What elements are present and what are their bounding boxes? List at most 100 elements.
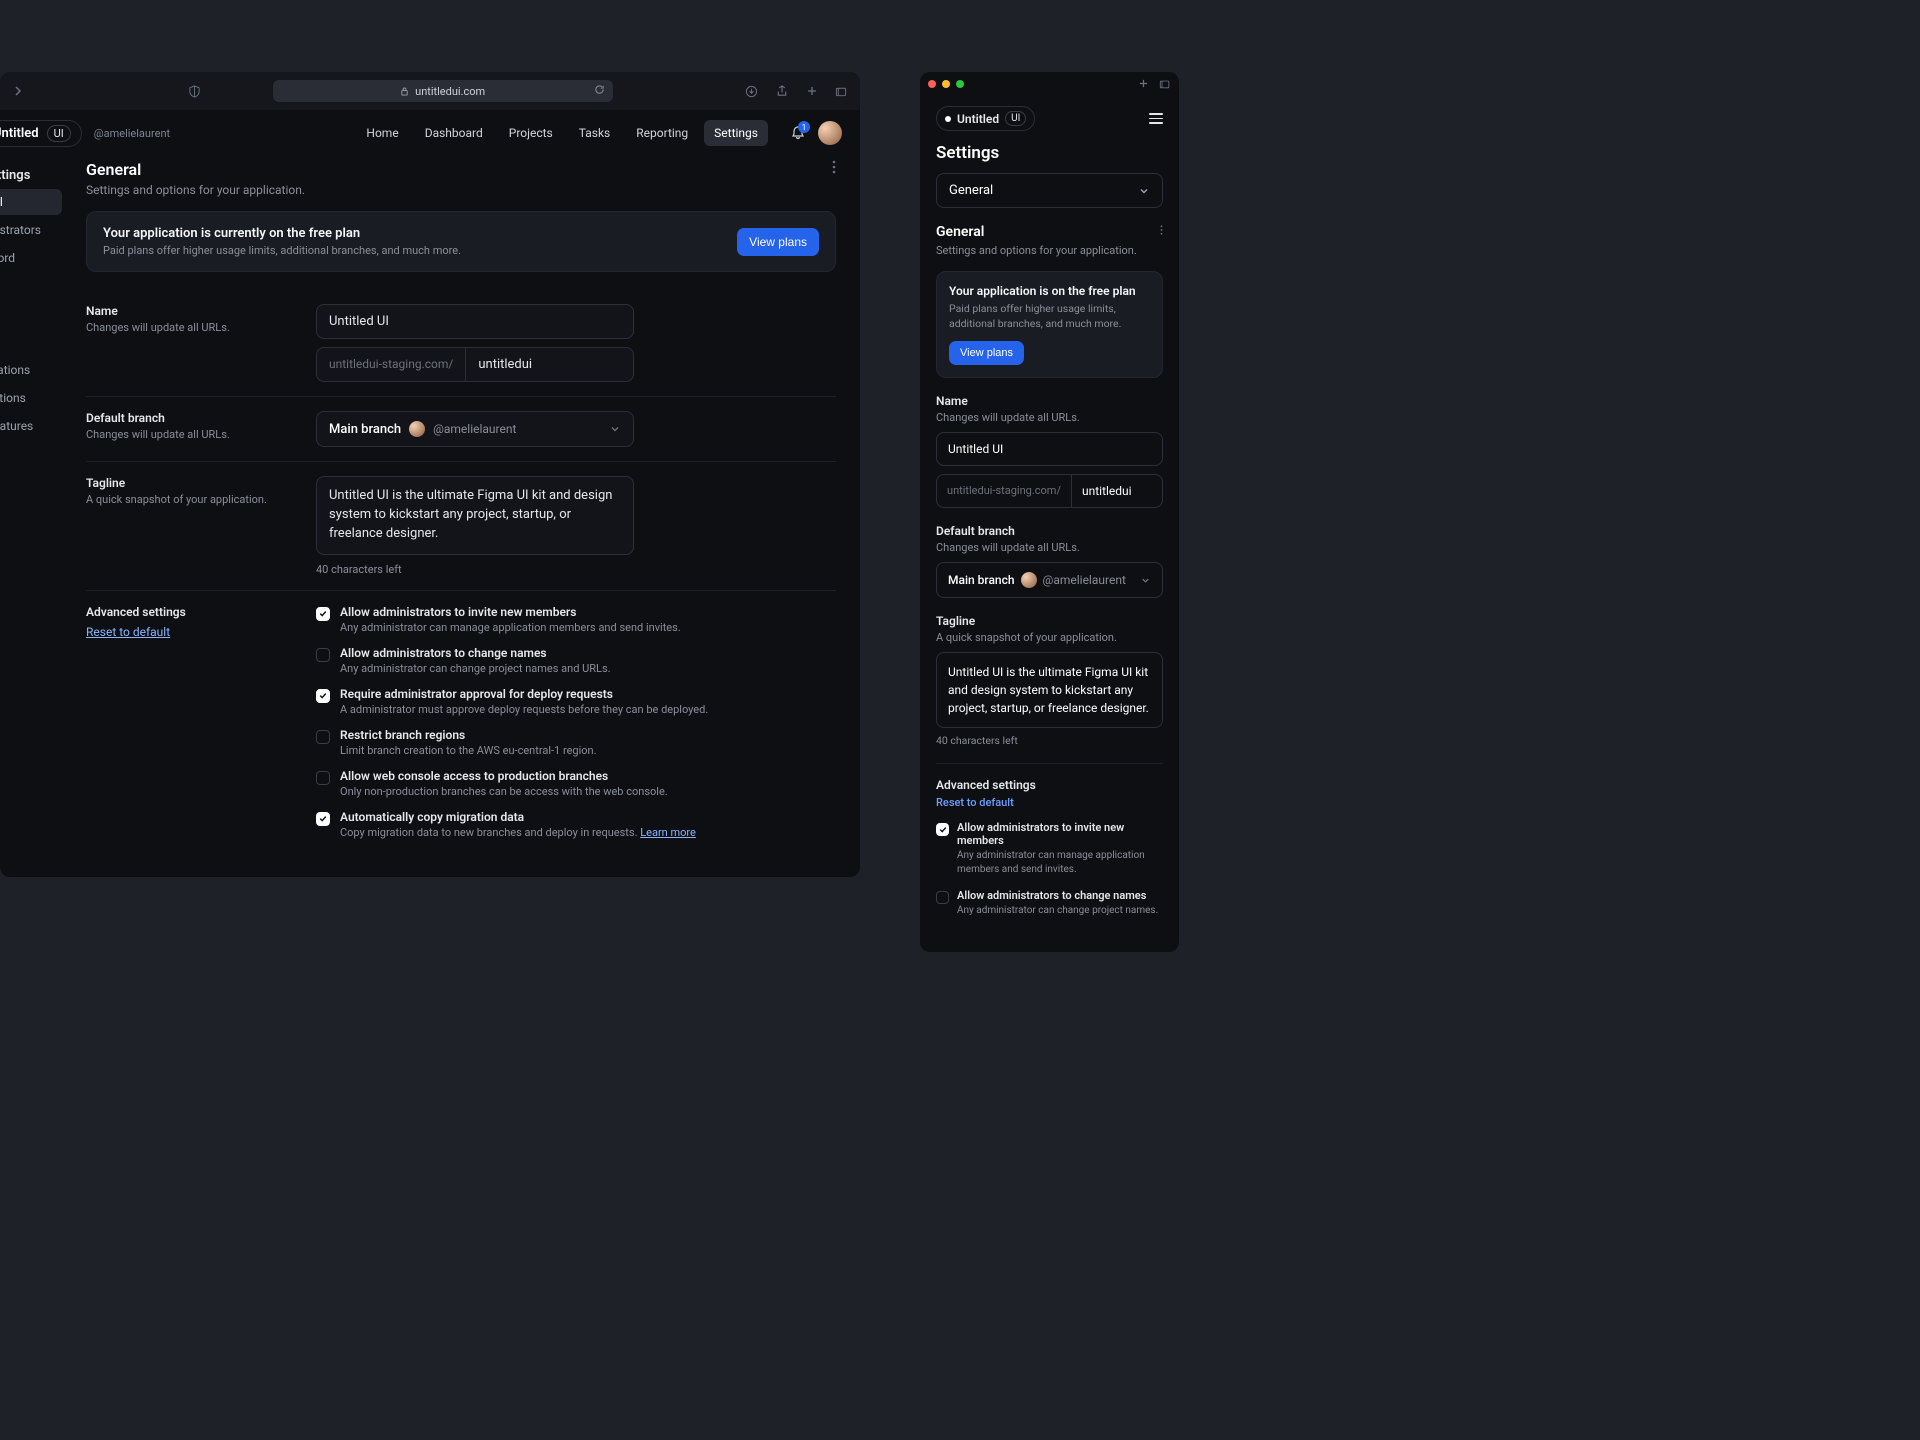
m-tagline-textarea[interactable]: Untitled UI is the ultimate Figma UI kit… (936, 652, 1163, 728)
logo-dot-icon (945, 116, 951, 122)
m-branch-avatar (1021, 572, 1037, 588)
sidebar-item-plans[interactable]: Plans (0, 301, 62, 327)
url-slug-input[interactable]: untitledui (466, 348, 633, 381)
m-advanced-item: Allow administrators to change namesAny … (936, 889, 1163, 918)
branch-handle: @amelielaurent (433, 422, 516, 436)
checkbox[interactable] (316, 771, 330, 785)
plus-icon[interactable] (1138, 78, 1149, 90)
advanced-item-sub: Any administrator can manage application… (340, 621, 681, 634)
user-handle: @amelielaurent (94, 127, 170, 140)
advanced-item-title: Allow administrators to invite new membe… (340, 605, 681, 619)
m-branch-select[interactable]: Main branch @amelielaurent (936, 562, 1163, 598)
brand-logo[interactable]: Untitled UI (0, 120, 82, 147)
nav-settings[interactable]: Settings (704, 120, 768, 146)
advanced-item-sub: Any administrator can change project nam… (340, 662, 611, 675)
m-name-hint: Changes will update all URLs. (936, 411, 1163, 424)
mobile-section-title: General (936, 224, 984, 240)
nav-home[interactable]: Home (356, 120, 408, 146)
name-input[interactable]: Untitled UI (316, 304, 634, 339)
checkbox[interactable] (316, 730, 330, 744)
reset-link[interactable]: Reset to default (86, 625, 170, 639)
advanced-item-sub: Limit branch creation to the AWS eu-cent… (340, 744, 597, 757)
banner-subtitle: Paid plans offer higher usage limits, ad… (103, 244, 461, 257)
traffic-min-icon[interactable] (942, 80, 950, 88)
checkbox[interactable] (316, 648, 330, 662)
url-bar[interactable]: untitledui.com (273, 80, 613, 102)
sidebar-item-integrations[interactable]: Integrations (0, 385, 62, 411)
nav-tasks[interactable]: Tasks (569, 120, 621, 146)
mobile-banner-subtitle: Paid plans offer higher usage limits, ad… (949, 302, 1150, 331)
advanced-item: Allow web console access to production b… (316, 769, 836, 798)
url-prefix: untitledui-staging.com/ (317, 348, 466, 381)
checkbox[interactable] (316, 689, 330, 703)
section-subtitle: Settings and options for your applicatio… (86, 183, 305, 197)
name-hint: Changes will update all URLs. (86, 321, 276, 334)
settings-sidebar: Settings General Administrators Password… (0, 156, 62, 877)
url-text: untitledui.com (415, 85, 485, 98)
tagline-textarea[interactable]: Untitled UI is the ultimate Figma UI kit… (316, 476, 634, 555)
mobile-section-subtitle: Settings and options for your applicatio… (936, 244, 1163, 257)
m-url-input-group: untitledui-staging.com/ untitledui (936, 474, 1163, 508)
traffic-close-icon[interactable] (928, 80, 936, 88)
avatar[interactable] (818, 121, 842, 145)
nav-projects[interactable]: Projects (499, 120, 563, 146)
checkbox[interactable] (936, 891, 949, 904)
m-advanced-item-sub: Any administrator can change project nam… (957, 904, 1158, 918)
advanced-item-sub: Only non-production branches can be acce… (340, 785, 668, 798)
tabs-icon[interactable] (834, 83, 850, 99)
sidebar-item-billing[interactable]: Billing (0, 329, 62, 355)
name-label: Name (86, 304, 276, 318)
sidebar-item-administrators[interactable]: Administrators (0, 217, 62, 243)
learn-more-link[interactable]: Learn more (640, 826, 696, 839)
sidebar-item-beta[interactable]: Beta features (0, 413, 62, 439)
m-advanced-item-sub: Any administrator can manage application… (957, 849, 1163, 877)
more-icon[interactable] (1160, 224, 1163, 236)
share-icon[interactable] (774, 83, 790, 99)
divider (936, 763, 1163, 764)
plus-icon[interactable] (804, 83, 820, 99)
menu-icon[interactable] (1149, 113, 1163, 124)
mobile-section-select[interactable]: General (936, 173, 1163, 208)
m-url-slug-input[interactable]: untitledui (1072, 475, 1142, 507)
shield-icon[interactable] (186, 83, 202, 99)
more-icon[interactable] (832, 160, 836, 174)
sidebar-item-notifications[interactable]: Notifications (0, 357, 62, 383)
m-advanced-item-title: Allow administrators to invite new membe… (957, 821, 1163, 847)
branch-select[interactable]: Main branch @amelielaurent (316, 411, 634, 447)
m-branch-hint: Changes will update all URLs. (936, 541, 1163, 554)
checkbox[interactable] (316, 607, 330, 621)
chevron-right-icon[interactable] (10, 83, 26, 99)
nav-reporting[interactable]: Reporting (626, 120, 698, 146)
refresh-icon[interactable] (594, 84, 605, 95)
advanced-label: Advanced settings (86, 605, 276, 619)
app-header: Untitled UI @amelielaurent Home Dashboar… (0, 110, 860, 156)
traffic-max-icon[interactable] (956, 80, 964, 88)
chevron-down-icon (1138, 185, 1150, 197)
checkbox[interactable] (936, 823, 949, 836)
m-advanced-item: Allow administrators to invite new membe… (936, 821, 1163, 877)
m-advanced-label: Advanced settings (936, 778, 1163, 792)
m-reset-link[interactable]: Reset to default (936, 796, 1163, 809)
nav-dashboard[interactable]: Dashboard (415, 120, 493, 146)
m-branch-label: Default branch (936, 524, 1163, 538)
checkbox[interactable] (316, 812, 330, 826)
advanced-item-title: Automatically copy migration data (340, 810, 696, 824)
advanced-item: Require administrator approval for deplo… (316, 687, 836, 716)
mobile-plan-banner: Your application is on the free plan Pai… (936, 271, 1163, 378)
mobile-brand-logo[interactable]: Untitled UI (936, 106, 1035, 131)
mobile-view-plans-button[interactable]: View plans (949, 341, 1024, 365)
download-icon[interactable] (744, 83, 760, 99)
m-url-prefix: untitledui-staging.com/ (937, 475, 1072, 507)
advanced-item-sub: A administrator must approve deploy requ… (340, 703, 708, 716)
sidebar-title: Settings (0, 162, 62, 189)
m-name-input[interactable]: Untitled UI (936, 432, 1163, 466)
sidebar-item-general[interactable]: General (0, 189, 62, 215)
notifications-button[interactable]: 1 (790, 125, 806, 141)
desktop-window: untitledui.com Untitled UI @amelielauren… (0, 72, 860, 877)
sidebar-item-password[interactable]: Password (0, 245, 62, 271)
lock-icon (400, 87, 409, 96)
tabs-icon[interactable] (1159, 78, 1171, 90)
view-plans-button[interactable]: View plans (737, 228, 819, 256)
sidebar-item-team[interactable]: Team (0, 273, 62, 299)
m-tagline-label: Tagline (936, 614, 1163, 628)
